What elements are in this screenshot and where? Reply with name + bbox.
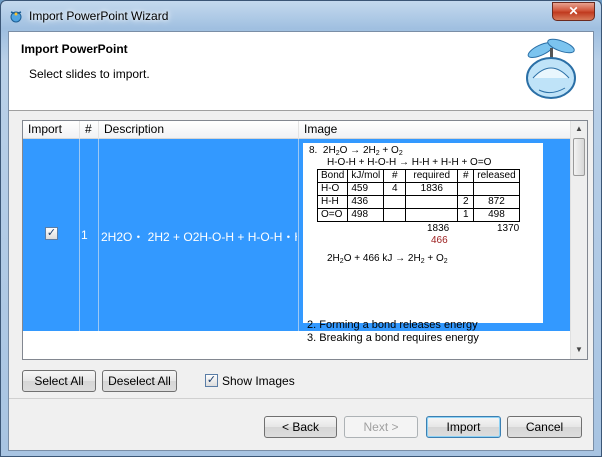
bond-cell — [405, 195, 459, 209]
bond-cell — [383, 208, 407, 222]
slides-grid[interactable]: Import # Description Image ✓ 1 2H2O・ 2H2… — [22, 120, 588, 360]
bond-header-cell: required — [405, 169, 459, 183]
bond-table-row: O=O 498 1 498 — [316, 208, 520, 222]
bond-cell: 1836 — [405, 182, 459, 196]
wizard-header: Import PowerPoint Select slides to impor… — [9, 32, 593, 111]
window-title: Import PowerPoint Wizard — [29, 9, 169, 23]
footer-divider — [9, 398, 593, 399]
row-number: 1 — [81, 228, 88, 242]
bond-cell: 2 — [457, 195, 475, 209]
back-button[interactable]: < Back — [264, 416, 337, 438]
bond-cell: 872 — [473, 195, 520, 209]
bond-cell — [383, 195, 407, 209]
scroll-up-arrow-icon[interactable]: ▲ — [571, 121, 587, 137]
title-bar[interactable]: Import PowerPoint Wizard ✕ — [1, 1, 601, 31]
import-button[interactable]: Import — [426, 416, 501, 438]
notes-line-2: 3. Breaking a bond requires energy — [307, 332, 479, 344]
total-released: 1370 — [497, 223, 520, 234]
deselect-all-button[interactable]: Deselect All — [102, 370, 177, 392]
table-row[interactable]: ✓ 1 2H2O・ 2H2 + O2H-O-H + H-O-H・H... 8. … — [23, 139, 570, 331]
page-subtitle: Select slides to import. — [29, 67, 150, 81]
bond-table-row: H-H 436 2 872 — [316, 195, 520, 209]
bond-header-cell: # — [457, 169, 475, 183]
column-header-image[interactable]: Image — [299, 121, 570, 139]
show-images-checkbox[interactable]: ✓ — [205, 374, 218, 387]
bond-cell: H-O — [316, 182, 349, 196]
bond-cell: 459 — [347, 182, 385, 196]
bond-cell: O=O — [316, 208, 349, 222]
row-description: 2H2O・ 2H2 + O2H-O-H + H-O-H・H... — [101, 230, 297, 244]
show-images-label[interactable]: Show Images — [222, 374, 295, 388]
bond-cell: 436 — [347, 195, 385, 209]
bond-cell — [457, 182, 475, 196]
slide-line-1: 8. 2H2O → 2H2 + O2 — [309, 145, 403, 157]
bond-header-cell: # — [383, 169, 407, 183]
wizard-app-icon — [10, 11, 22, 23]
grid-header: Import # Description Image — [23, 121, 570, 139]
bond-table-row: H-O 459 4 1836 — [316, 182, 520, 196]
scrollbar-thumb[interactable] — [573, 138, 585, 176]
bond-header-cell: released — [473, 169, 520, 183]
scroll-down-arrow-icon[interactable]: ▼ — [571, 342, 587, 358]
page-title: Import PowerPoint — [21, 42, 128, 56]
bond-cell — [405, 208, 459, 222]
slide-thumbnail[interactable]: 8. 2H2O → 2H2 + O2 H-O-H + H-O-H → H-H +… — [303, 143, 543, 323]
slide-line-2: H-O-H + H-O-H → H-H + H-H + O=O — [327, 157, 492, 168]
bond-header-cell: Bond — [316, 169, 349, 183]
next-button[interactable]: Next > — [344, 416, 418, 438]
total-required: 1836 — [427, 223, 450, 234]
bond-cell: 4 — [383, 182, 407, 196]
net-equation: 2H2O + 466 kJ → 2H2 + O2 — [327, 253, 448, 265]
wizard-client-area: Import PowerPoint Select slides to impor… — [8, 31, 594, 451]
import-checkbox[interactable]: ✓ — [45, 227, 58, 240]
bond-header-cell: kJ/mol — [347, 169, 385, 183]
column-header-description[interactable]: Description — [99, 121, 299, 139]
column-header-import[interactable]: Import — [23, 121, 80, 139]
import-wizard-window: Import PowerPoint Wizard ✕ Import PowerP… — [0, 0, 602, 457]
bond-energy-table: Bond kJ/mol # required # released H-O 45… — [316, 169, 520, 222]
energy-difference: 466 — [431, 235, 448, 246]
bond-cell: 498 — [473, 208, 520, 222]
bond-cell — [473, 182, 520, 196]
bond-table-header: Bond kJ/mol # required # released — [316, 169, 520, 183]
bond-cell: 1 — [457, 208, 475, 222]
bond-cell: H-H — [316, 195, 349, 209]
notes-line-1: 2. Forming a bond releases energy — [307, 319, 478, 331]
cancel-button[interactable]: Cancel — [507, 416, 582, 438]
close-button[interactable]: ✕ — [552, 2, 595, 21]
column-header-number[interactable]: # — [80, 121, 99, 139]
bond-cell: 498 — [347, 208, 385, 222]
select-all-button[interactable]: Select All — [22, 370, 96, 392]
propeller-hat-logo-icon — [526, 38, 576, 99]
vertical-scrollbar[interactable]: ▲ ▼ — [570, 121, 587, 359]
